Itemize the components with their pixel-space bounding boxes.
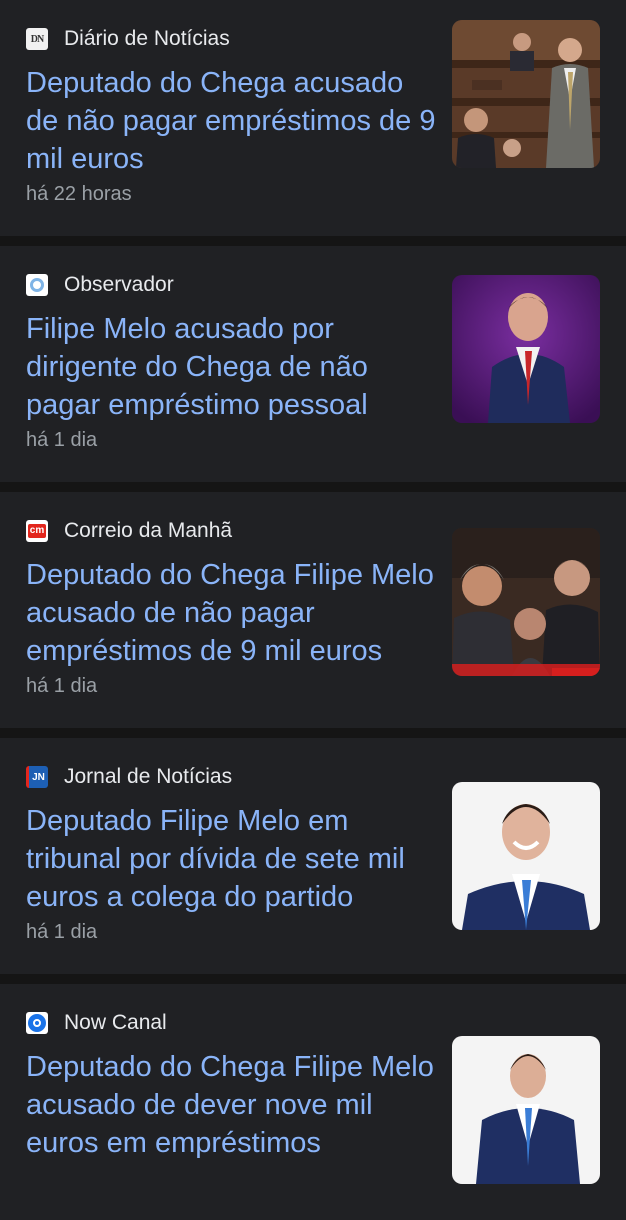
source-logo-text: cm [27, 524, 47, 538]
article-thumbnail[interactable] [452, 20, 600, 168]
article-time: há 1 dia [26, 429, 98, 451]
observador-logo-icon [26, 274, 48, 296]
article-source: JN Jornal de Notícias [26, 764, 232, 790]
portrait-photo [452, 782, 600, 930]
article-source: Observador [26, 272, 174, 298]
jornal-de-noticias-logo-icon: JN [26, 766, 48, 788]
source-name: Correio da Manhã [64, 519, 233, 542]
article-time: há 22 horas [26, 183, 132, 205]
card-divider [0, 974, 626, 984]
article-time: há 1 dia [26, 675, 98, 697]
article-card[interactable]: JN Jornal de Notícias Deputado Filipe Me… [0, 738, 626, 974]
now-canal-mark [28, 1014, 46, 1032]
source-logo-text: JN [32, 771, 45, 783]
article-time: há 1 dia [26, 921, 98, 943]
correio-da-manha-logo-icon: cm [26, 520, 48, 542]
news-feed: DN Diário de Notícias Deputado do Chega … [0, 0, 626, 1220]
article-headline[interactable]: Filipe Melo acusado por dirigente do Che… [26, 310, 436, 424]
article-source: DN Diário de Notícias [26, 26, 230, 52]
article-headline[interactable]: Deputado do Chega acusado de não pagar e… [26, 64, 436, 178]
article-card[interactable]: Observador Filipe Melo acusado por dirig… [0, 246, 626, 482]
article-thumbnail[interactable] [452, 275, 600, 423]
source-logo-text: DN [30, 33, 44, 45]
article-thumbnail[interactable] [452, 1036, 600, 1184]
portrait-photo [452, 275, 600, 423]
article-card[interactable]: DN Diário de Notícias Deputado do Chega … [0, 0, 626, 236]
article-card[interactable]: cm Correio da Manhã Deputado do Chega Fi… [0, 492, 626, 728]
now-canal-logo-icon [26, 1012, 48, 1034]
article-card[interactable]: Now Canal Deputado do Chega Filipe Melo … [0, 984, 626, 1220]
source-name: Observador [64, 273, 174, 296]
diario-de-noticias-logo-icon: DN [26, 28, 48, 50]
crowd-photo [452, 528, 600, 676]
article-source: Now Canal [26, 1010, 167, 1036]
article-headline[interactable]: Deputado Filipe Melo em tribunal por dív… [26, 802, 436, 916]
source-name: Now Canal [64, 1011, 167, 1034]
article-thumbnail[interactable] [452, 528, 600, 676]
card-divider [0, 236, 626, 246]
observador-ring [30, 278, 44, 292]
article-headline[interactable]: Deputado do Chega Filipe Melo acusado de… [26, 556, 436, 670]
article-headline[interactable]: Deputado do Chega Filipe Melo acusado de… [26, 1048, 436, 1162]
card-divider [0, 728, 626, 738]
parliament-photo [452, 20, 600, 168]
source-name: Diário de Notícias [64, 27, 230, 50]
article-source: cm Correio da Manhã [26, 518, 232, 544]
article-thumbnail[interactable] [452, 782, 600, 930]
portrait-photo [452, 1036, 600, 1184]
card-divider [0, 482, 626, 492]
source-name: Jornal de Notícias [64, 765, 233, 788]
